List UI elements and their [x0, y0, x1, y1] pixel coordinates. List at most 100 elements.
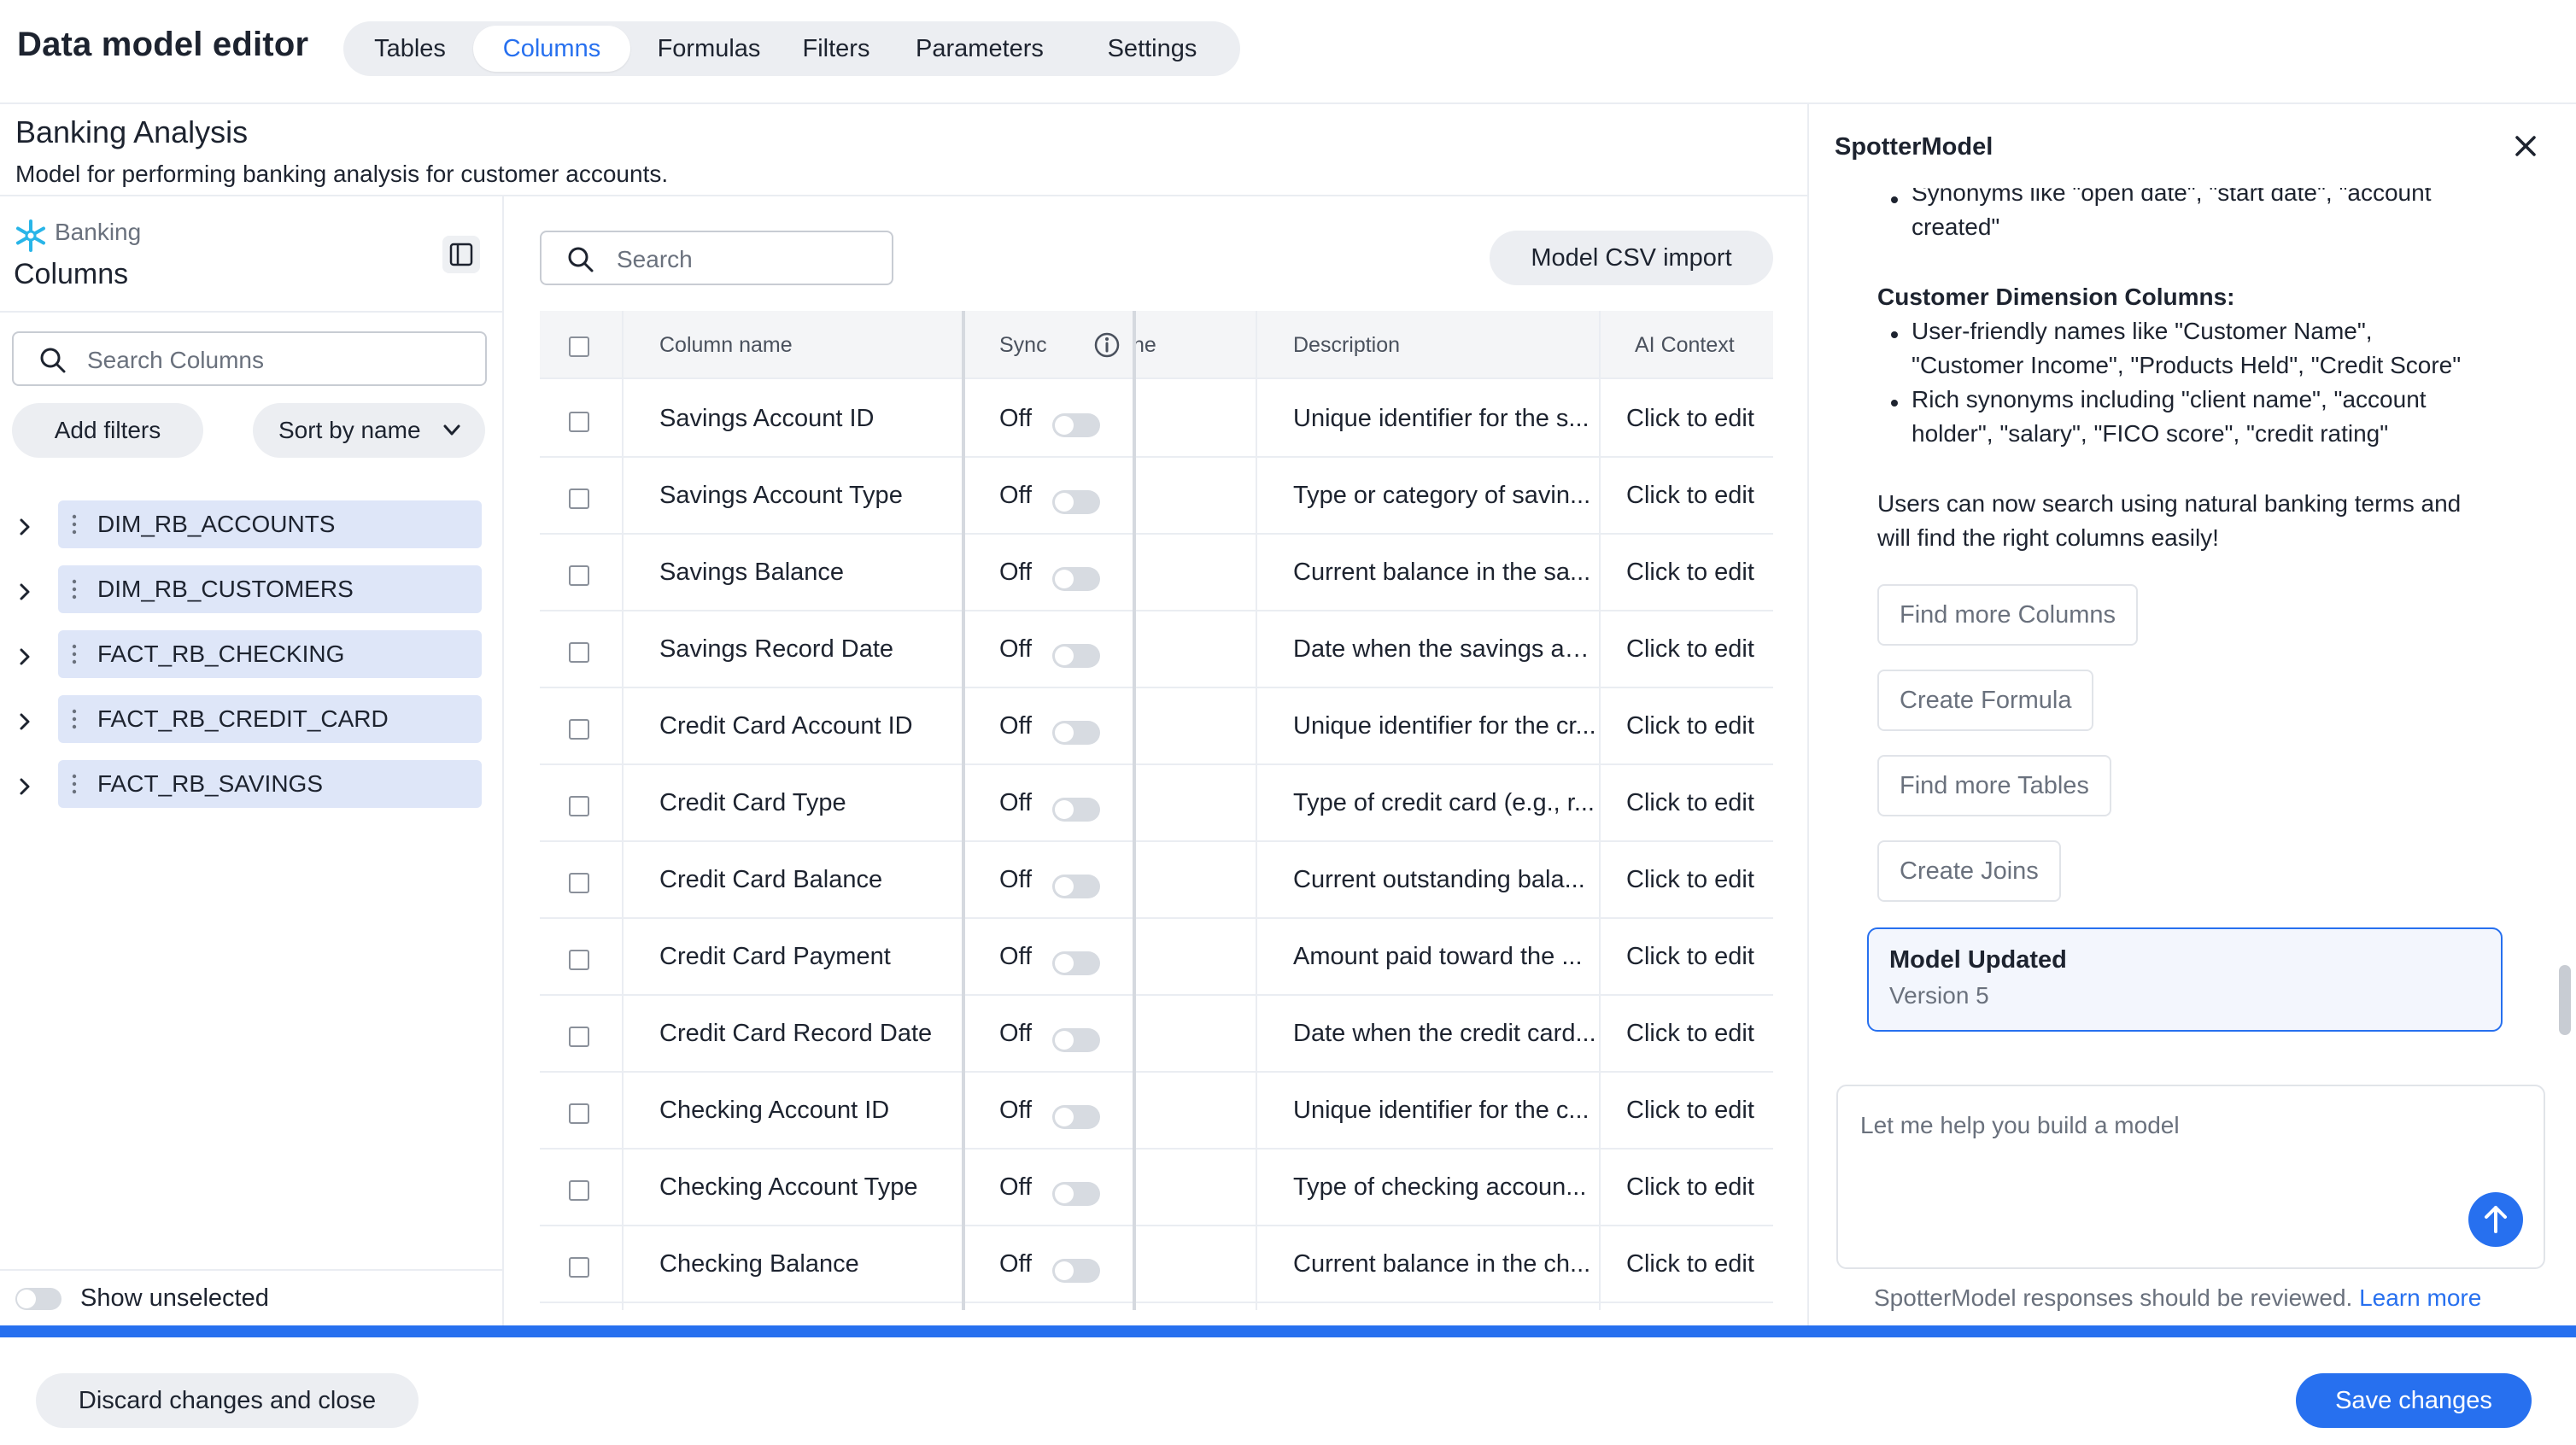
sync-toggle[interactable]: [1052, 567, 1100, 591]
sync-toggle[interactable]: [1052, 798, 1100, 822]
learn-more-link[interactable]: Learn more: [2359, 1284, 2481, 1311]
column-name-cell[interactable]: Checking Account Type: [659, 1173, 958, 1202]
table-tree-item[interactable]: DIM_RB_ACCOUNTS: [0, 500, 504, 552]
column-name-cell[interactable]: Credit Card Type: [659, 789, 958, 817]
table-pill[interactable]: FACT_RB_CREDIT_CARD: [58, 695, 482, 743]
info-icon[interactable]: [1093, 331, 1121, 359]
suggestion-create-formula[interactable]: Create Formula: [1877, 670, 2094, 731]
description-cell[interactable]: Unique identifier for the c...: [1293, 1097, 1597, 1125]
table-tree-item[interactable]: FACT_RB_SAVINGS: [0, 760, 504, 811]
column-name-cell[interactable]: Savings Account ID: [659, 405, 958, 433]
description-cell[interactable]: Type or category of savin...: [1293, 482, 1597, 510]
description-cell[interactable]: Date when the savings ac...: [1293, 635, 1597, 664]
tab-settings[interactable]: Settings: [1081, 26, 1223, 72]
sync-toggle[interactable]: [1052, 644, 1100, 668]
table-tree-item[interactable]: FACT_RB_CHECKING: [0, 630, 504, 682]
description-cell[interactable]: Current outstanding bala...: [1293, 866, 1597, 894]
ai-context-cell[interactable]: Click to edit: [1626, 789, 1771, 817]
ai-context-cell[interactable]: Click to edit: [1626, 405, 1771, 433]
send-button[interactable]: [2468, 1192, 2523, 1247]
search-columns-input[interactable]: Search Columns: [12, 331, 487, 386]
description-cell[interactable]: Amount paid toward the ...: [1293, 943, 1597, 971]
row-checkbox[interactable]: [569, 488, 589, 509]
column-header-ai-context[interactable]: AI Context: [1635, 333, 1735, 358]
search-input[interactable]: Search: [540, 231, 893, 285]
close-icon[interactable]: [2513, 133, 2538, 159]
row-checkbox[interactable]: [569, 873, 589, 893]
tab-columns[interactable]: Columns: [473, 26, 630, 72]
column-name-cell[interactable]: Checking Account ID: [659, 1097, 958, 1125]
description-cell[interactable]: Current balance in the sa...: [1293, 559, 1597, 587]
save-changes-button[interactable]: Save changes: [2296, 1373, 2532, 1428]
sync-toggle[interactable]: [1052, 413, 1100, 437]
tab-filters[interactable]: Filters: [789, 26, 883, 72]
sort-dropdown[interactable]: Sort by name: [253, 403, 485, 458]
chevron-right-icon[interactable]: [19, 712, 31, 731]
ai-context-cell[interactable]: Click to edit: [1626, 1250, 1771, 1278]
drag-handle-icon[interactable]: [70, 773, 79, 795]
table-tree-item[interactable]: FACT_RB_CREDIT_CARD: [0, 695, 504, 746]
column-name-cell[interactable]: Credit Card Account ID: [659, 712, 958, 740]
ai-context-cell[interactable]: Click to edit: [1626, 635, 1771, 664]
sync-toggle[interactable]: [1052, 1182, 1100, 1206]
row-checkbox[interactable]: [569, 796, 589, 816]
chevron-right-icon[interactable]: [19, 777, 31, 796]
ai-context-cell[interactable]: Click to edit: [1626, 559, 1771, 587]
row-checkbox[interactable]: [569, 1103, 589, 1124]
row-checkbox[interactable]: [569, 1027, 589, 1047]
description-cell[interactable]: Date when the credit card...: [1293, 1020, 1597, 1048]
table-tree-item[interactable]: DIM_RB_CUSTOMERS: [0, 565, 504, 617]
column-name-cell[interactable]: Credit Card Record Date: [659, 1020, 958, 1048]
ai-context-cell[interactable]: Click to edit: [1626, 482, 1771, 510]
column-name-cell[interactable]: Savings Account Type: [659, 482, 958, 510]
sync-toggle[interactable]: [1052, 721, 1100, 745]
column-name-cell[interactable]: Savings Balance: [659, 559, 958, 587]
show-unselected-toggle[interactable]: [15, 1288, 61, 1310]
column-resize-handle[interactable]: [1133, 311, 1136, 1310]
row-checkbox[interactable]: [569, 950, 589, 970]
column-name-cell[interactable]: Checking Balance: [659, 1250, 958, 1278]
column-header-name[interactable]: Column name: [659, 333, 793, 358]
description-cell[interactable]: Current balance in the ch...: [1293, 1250, 1597, 1278]
select-all-checkbox[interactable]: [569, 336, 589, 357]
tab-formulas[interactable]: Formulas: [644, 26, 774, 72]
ai-context-cell[interactable]: Click to edit: [1626, 866, 1771, 894]
table-pill[interactable]: FACT_RB_SAVINGS: [58, 760, 482, 808]
drag-handle-icon[interactable]: [70, 643, 79, 665]
column-header-description[interactable]: Description: [1293, 333, 1400, 358]
drag-handle-icon[interactable]: [70, 708, 79, 730]
sync-toggle[interactable]: [1052, 875, 1100, 898]
scrollbar-thumb[interactable]: [2559, 965, 2571, 1035]
tab-parameters[interactable]: Parameters: [897, 26, 1063, 72]
model-updated-card[interactable]: Model Updated Version 5: [1867, 927, 2503, 1032]
table-pill[interactable]: DIM_RB_CUSTOMERS: [58, 565, 482, 613]
add-filters-button[interactable]: Add filters: [12, 403, 203, 458]
tab-tables[interactable]: Tables: [359, 26, 461, 72]
drag-handle-icon[interactable]: [70, 578, 79, 600]
description-cell[interactable]: Type of checking accoun...: [1293, 1173, 1597, 1202]
column-name-cell[interactable]: Credit Card Payment: [659, 943, 958, 971]
table-pill[interactable]: DIM_RB_ACCOUNTS: [58, 500, 482, 548]
ai-context-cell[interactable]: Click to edit: [1626, 712, 1771, 740]
row-checkbox[interactable]: [569, 642, 589, 663]
column-name-cell[interactable]: Credit Card Balance: [659, 866, 958, 894]
suggestion-find-more-columns[interactable]: Find more Columns: [1877, 584, 2139, 646]
suggestion-create-joins[interactable]: Create Joins: [1877, 840, 2061, 902]
sync-toggle[interactable]: [1052, 1028, 1100, 1052]
sync-toggle[interactable]: [1052, 1259, 1100, 1283]
row-checkbox[interactable]: [569, 1180, 589, 1201]
ai-context-cell[interactable]: Click to edit: [1626, 943, 1771, 971]
sync-toggle[interactable]: [1052, 490, 1100, 514]
row-checkbox[interactable]: [569, 719, 589, 740]
model-csv-import-button[interactable]: Model CSV import: [1490, 231, 1773, 285]
column-name-cell[interactable]: Savings Record Date: [659, 635, 958, 664]
discard-changes-button[interactable]: Discard changes and close: [36, 1373, 419, 1428]
drag-handle-icon[interactable]: [70, 513, 79, 535]
sync-toggle[interactable]: [1052, 1105, 1100, 1129]
suggestion-find-more-tables[interactable]: Find more Tables: [1877, 755, 2111, 816]
collapse-panel-button[interactable]: [442, 236, 480, 273]
description-cell[interactable]: Unique identifier for the s...: [1293, 405, 1597, 433]
chevron-right-icon[interactable]: [19, 647, 31, 666]
description-cell[interactable]: Type of credit card (e.g., r...: [1293, 789, 1597, 817]
row-checkbox[interactable]: [569, 565, 589, 586]
